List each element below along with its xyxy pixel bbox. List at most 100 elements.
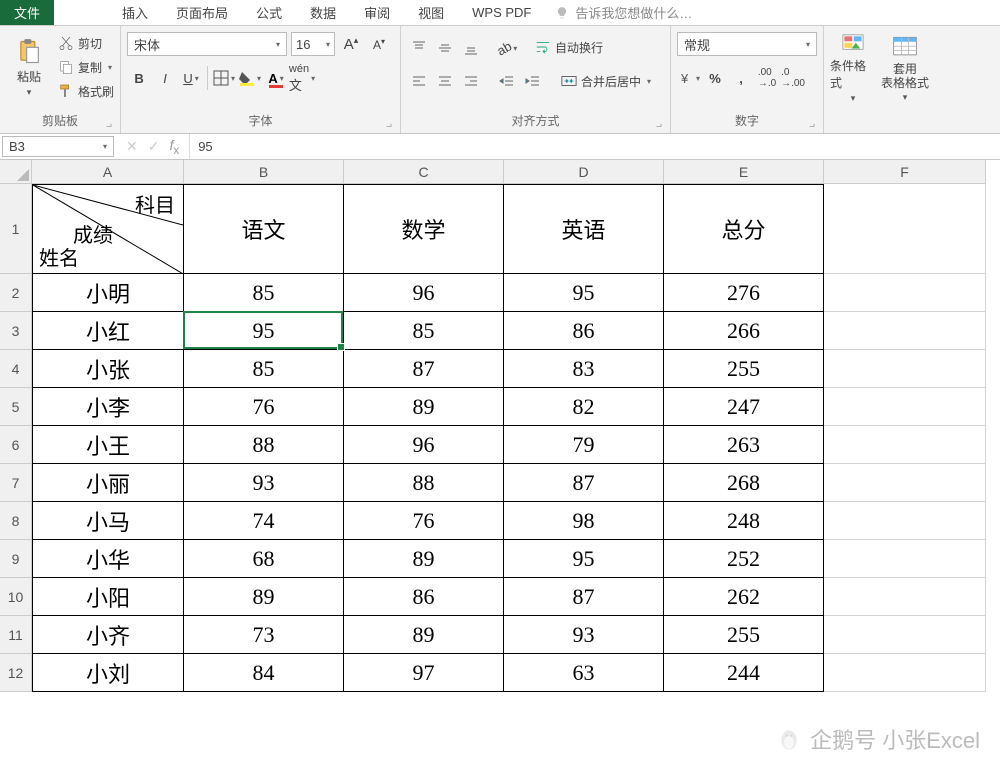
cell-C12[interactable]: 97	[344, 654, 504, 692]
cell-C9[interactable]: 89	[344, 540, 504, 578]
cell-F9[interactable]	[824, 540, 986, 578]
row-head-4[interactable]: 4	[0, 350, 32, 388]
cell-A2[interactable]: 小明	[32, 274, 184, 312]
fx-icon[interactable]: fx	[169, 137, 179, 157]
col-head-A[interactable]: A	[32, 160, 184, 184]
cell-C7[interactable]: 88	[344, 464, 504, 502]
cell-A8[interactable]: 小马	[32, 502, 184, 540]
align-center-button[interactable]	[433, 70, 457, 94]
cell-D10[interactable]: 87	[504, 578, 664, 616]
tell-me[interactable]: 告诉我您想做什么…	[545, 0, 702, 25]
cell-E4[interactable]: 255	[664, 350, 824, 388]
cell-A5[interactable]: 小李	[32, 388, 184, 426]
tab-插入[interactable]: 插入	[108, 0, 162, 25]
tab-file[interactable]: 文件	[0, 0, 54, 25]
number-format-select[interactable]: 常规▾	[677, 32, 817, 56]
italic-button[interactable]: I	[153, 66, 177, 90]
font-size-select[interactable]: 16▾	[291, 32, 335, 56]
orientation-button[interactable]: ab▾	[495, 36, 519, 60]
copy-button[interactable]: 复制▾	[58, 56, 114, 78]
align-right-button[interactable]	[459, 70, 483, 94]
row-head-11[interactable]: 11	[0, 616, 32, 654]
currency-button[interactable]: ¥▾	[677, 66, 701, 90]
col-head-D[interactable]: D	[504, 160, 664, 184]
conditional-format-button[interactable]: 条件格式▾	[830, 32, 876, 104]
cell-B4[interactable]: 85	[184, 350, 344, 388]
cell-B12[interactable]: 84	[184, 654, 344, 692]
cell-F10[interactable]	[824, 578, 986, 616]
cell-E7[interactable]: 268	[664, 464, 824, 502]
cell-E5[interactable]: 247	[664, 388, 824, 426]
cell-C8[interactable]: 76	[344, 502, 504, 540]
cell-B10[interactable]: 89	[184, 578, 344, 616]
tab-页面布局[interactable]: 页面布局	[162, 0, 242, 25]
cell-B2[interactable]: 85	[184, 274, 344, 312]
tab-WPS PDF[interactable]: WPS PDF	[458, 0, 545, 25]
format-as-table-button[interactable]: 套用 表格格式▾	[882, 32, 928, 104]
row-head-9[interactable]: 9	[0, 540, 32, 578]
bold-button[interactable]: B	[127, 66, 151, 90]
cell-C3[interactable]: 85	[344, 312, 504, 350]
cell-B11[interactable]: 73	[184, 616, 344, 654]
cell-C11[interactable]: 89	[344, 616, 504, 654]
cell-C5[interactable]: 89	[344, 388, 504, 426]
cell-F6[interactable]	[824, 426, 986, 464]
row-head-1[interactable]: 1	[0, 184, 32, 274]
col-head-C[interactable]: C	[344, 160, 504, 184]
cell-A1[interactable]: 科目成绩姓名	[32, 184, 184, 274]
cell-A12[interactable]: 小刘	[32, 654, 184, 692]
borders-button[interactable]: ▾	[212, 66, 236, 90]
col-head-B[interactable]: B	[184, 160, 344, 184]
cell-F12[interactable]	[824, 654, 986, 692]
cell-D5[interactable]: 82	[504, 388, 664, 426]
select-all-corner[interactable]	[0, 160, 32, 184]
format-painter-button[interactable]: 格式刷	[58, 80, 114, 102]
cell-D12[interactable]: 63	[504, 654, 664, 692]
name-box[interactable]: B3▾	[2, 136, 114, 157]
cell-F3[interactable]	[824, 312, 986, 350]
decrease-indent-button[interactable]	[495, 70, 519, 94]
cell-E3[interactable]: 266	[664, 312, 824, 350]
cell-B5[interactable]: 76	[184, 388, 344, 426]
cell-A3[interactable]: 小红	[32, 312, 184, 350]
cell-D3[interactable]: 86	[504, 312, 664, 350]
cell-A11[interactable]: 小齐	[32, 616, 184, 654]
comma-button[interactable]: ,	[729, 66, 753, 90]
cell-D7[interactable]: 87	[504, 464, 664, 502]
cell-B3[interactable]: 95	[184, 312, 344, 350]
tab-审阅[interactable]: 审阅	[350, 0, 404, 25]
tab-开始[interactable]: 开始	[54, 0, 108, 25]
fill-color-button[interactable]: ▾	[238, 66, 262, 90]
align-left-button[interactable]	[407, 70, 431, 94]
cell-E9[interactable]: 252	[664, 540, 824, 578]
cell-E12[interactable]: 244	[664, 654, 824, 692]
cell-F2[interactable]	[824, 274, 986, 312]
cell-A6[interactable]: 小王	[32, 426, 184, 464]
formula-input[interactable]: 95	[190, 134, 1000, 159]
merge-center-button[interactable]: 合并后居中▾	[561, 70, 651, 92]
cell-F4[interactable]	[824, 350, 986, 388]
tab-数据[interactable]: 数据	[296, 0, 350, 25]
increase-indent-button[interactable]	[521, 70, 545, 94]
underline-button[interactable]: U▾	[179, 66, 203, 90]
cell-F7[interactable]	[824, 464, 986, 502]
cell-F8[interactable]	[824, 502, 986, 540]
cell-C6[interactable]: 96	[344, 426, 504, 464]
cell-A4[interactable]: 小张	[32, 350, 184, 388]
cell-E1[interactable]: 总分	[664, 184, 824, 274]
cell-C10[interactable]: 86	[344, 578, 504, 616]
decrease-decimal-button[interactable]: .0→.00	[781, 66, 805, 90]
cell-D6[interactable]: 79	[504, 426, 664, 464]
grow-font-button[interactable]: A▴	[339, 32, 363, 56]
cell-B1[interactable]: 语文	[184, 184, 344, 274]
row-head-6[interactable]: 6	[0, 426, 32, 464]
cell-E6[interactable]: 263	[664, 426, 824, 464]
paste-button[interactable]: 粘贴▾	[6, 32, 52, 104]
row-head-3[interactable]: 3	[0, 312, 32, 350]
cell-B6[interactable]: 88	[184, 426, 344, 464]
cell-E10[interactable]: 262	[664, 578, 824, 616]
cell-F5[interactable]	[824, 388, 986, 426]
cell-D11[interactable]: 93	[504, 616, 664, 654]
cell-D9[interactable]: 95	[504, 540, 664, 578]
cell-F11[interactable]	[824, 616, 986, 654]
